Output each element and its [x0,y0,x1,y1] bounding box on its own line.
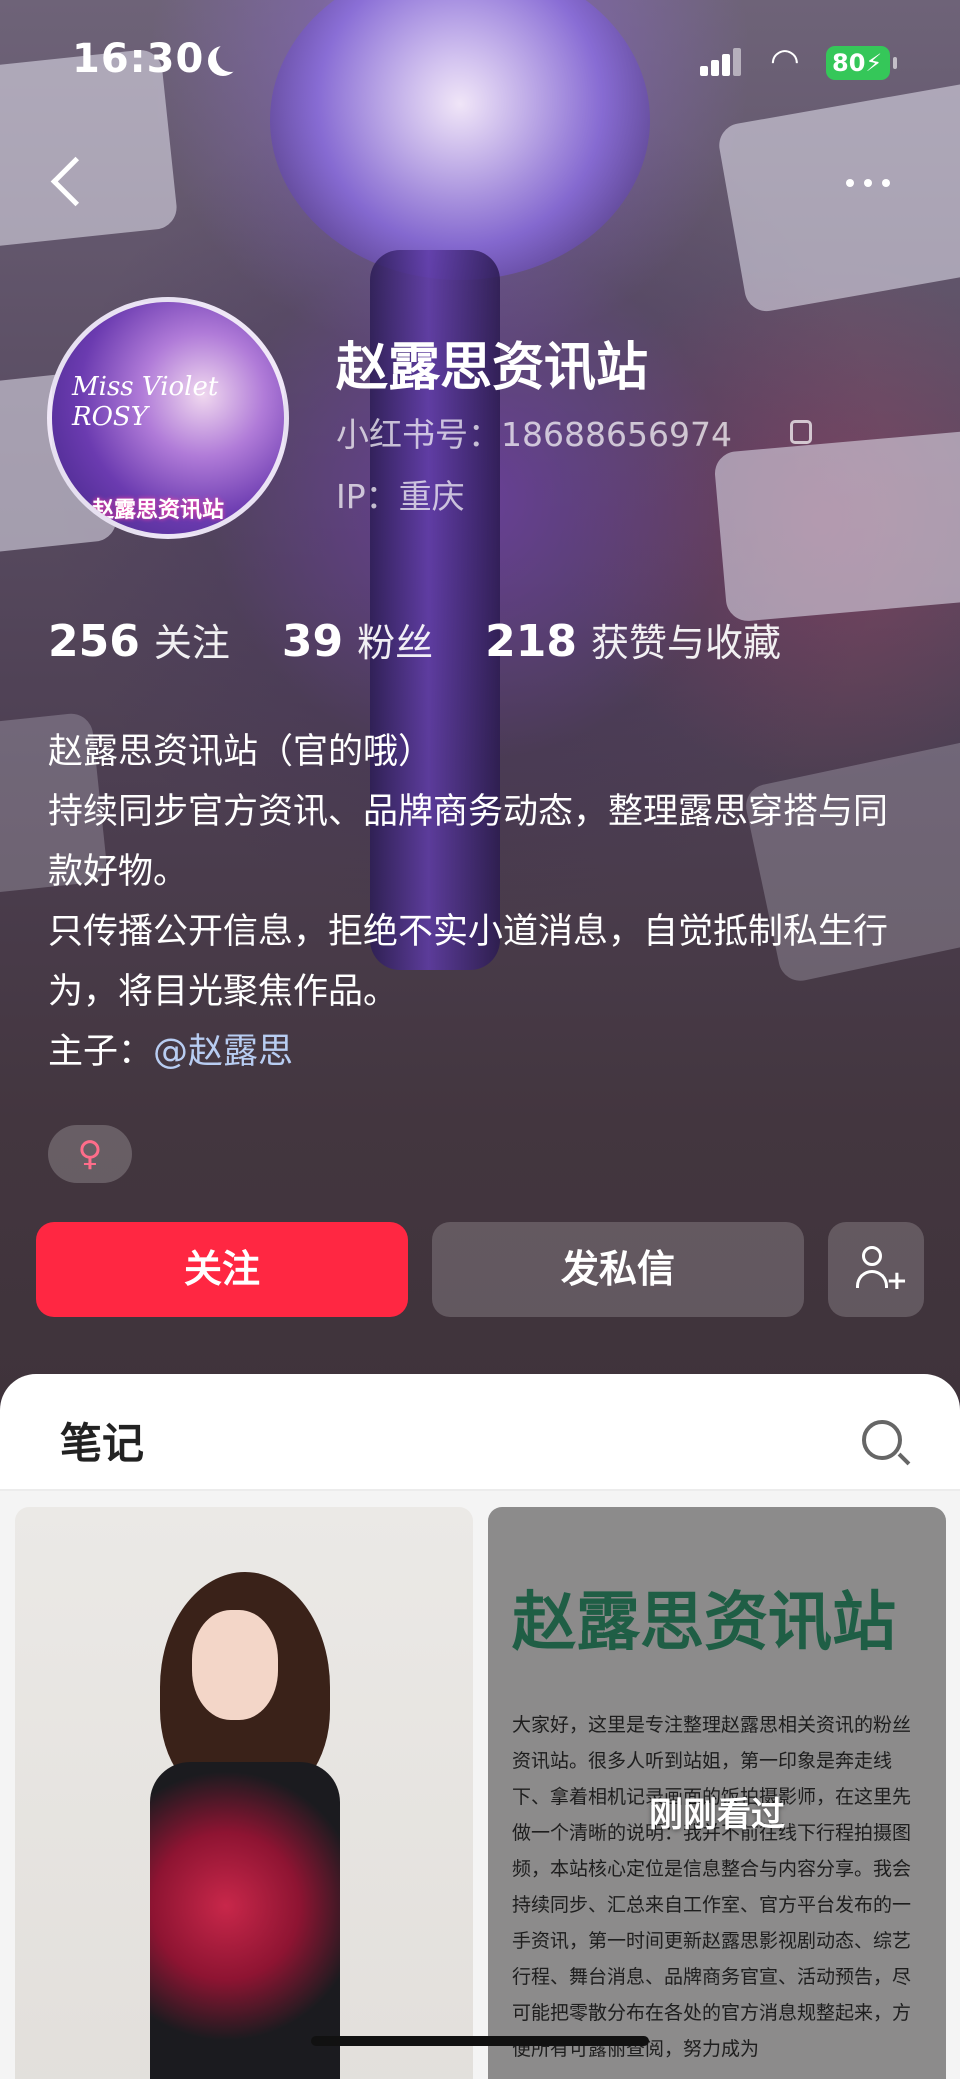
search-icon[interactable] [862,1420,902,1460]
tab-notes[interactable]: 笔记 [60,1410,144,1471]
stat-label: 获赞与收藏 [590,621,781,665]
background-card [715,75,960,315]
status-bar: 16:30 ◠ 80⚡ [0,32,960,92]
profile-background [0,0,960,1400]
stat-label: 关注 [153,621,230,665]
wifi-icon: ◠ [770,41,800,81]
profile-red-id: 小红书号：18688656974 [336,415,732,454]
battery-icon: 80⚡ [826,46,897,80]
note-cover-text: 大家好，这里是专注整理赵露思相关资讯的粉丝资讯站。很多人听到站姐，第一印象是奔走… [512,1714,912,2060]
profile-ip-location: IP：重庆 [336,477,465,516]
bio-line: 持续同步官方资讯、品牌商务动态，整理露思穿搭与同款好物。 [48,792,889,892]
profile-stats: 256 关注 39 粉丝 218 获赞与收藏 [48,612,781,667]
recently-viewed-badge: 刚刚看过 [649,1795,785,1835]
note-cover-title: 赵露思资讯站 [512,1585,896,1660]
avatar[interactable]: Miss Violet ROSY 赵露思资讯站 [47,297,289,539]
bio-line: 赵露思资讯站（官的哦） [48,732,434,772]
avatar-script-text: Miss Violet ROSY [72,372,219,432]
avatar-caption: 赵露思资讯站 [92,498,225,523]
bio-owner-prefix: 主子： [48,1032,154,1072]
note-card[interactable]: 赵露思资讯站 大家好，这里是专注整理赵露思相关资讯的粉丝资讯站。很多人听到站姐，… [488,1507,946,2079]
owner-mention-link[interactable]: @赵露思 [153,1032,293,1072]
add-friend-button[interactable]: + [828,1222,924,1317]
home-indicator[interactable] [311,2036,649,2046]
stat-number: 256 [48,616,140,667]
gender-female-icon: ♀ [48,1125,132,1183]
cellular-signal-icon [700,48,741,76]
stat-number: 39 [281,616,344,667]
bio-line: 只传播公开信息，拒绝不实小道消息，自觉抵制私生行为，将目光聚焦作品。 [48,912,889,1012]
background-card [713,427,960,623]
stat-likes-collections[interactable]: 218 获赞与收藏 [485,612,781,667]
back-button[interactable] [48,150,88,210]
profile-bio: 赵露思资讯站（官的哦） 持续同步官方资讯、品牌商务动态，整理露思穿搭与同款好物。… [48,722,918,1082]
copy-icon[interactable] [790,420,812,444]
moon-icon [216,42,246,72]
stat-following[interactable]: 256 关注 [48,612,230,667]
more-options-button[interactable] [846,168,910,198]
stat-followers[interactable]: 39 粉丝 [282,612,433,667]
note-card[interactable] [15,1507,473,2079]
follow-button[interactable]: 关注 [36,1222,408,1317]
stat-number: 218 [485,616,577,667]
status-time: 16:30 [72,36,205,82]
profile-nickname: 赵露思资讯站 [336,338,649,398]
add-user-icon: + [856,1246,908,1294]
bio-owner-line: 主子：@赵露思 [48,1022,918,1082]
message-button[interactable]: 发私信 [432,1222,804,1317]
note-cover-image [100,1562,390,2079]
stat-label: 粉丝 [357,621,434,665]
battery-level: 80 [832,49,866,77]
